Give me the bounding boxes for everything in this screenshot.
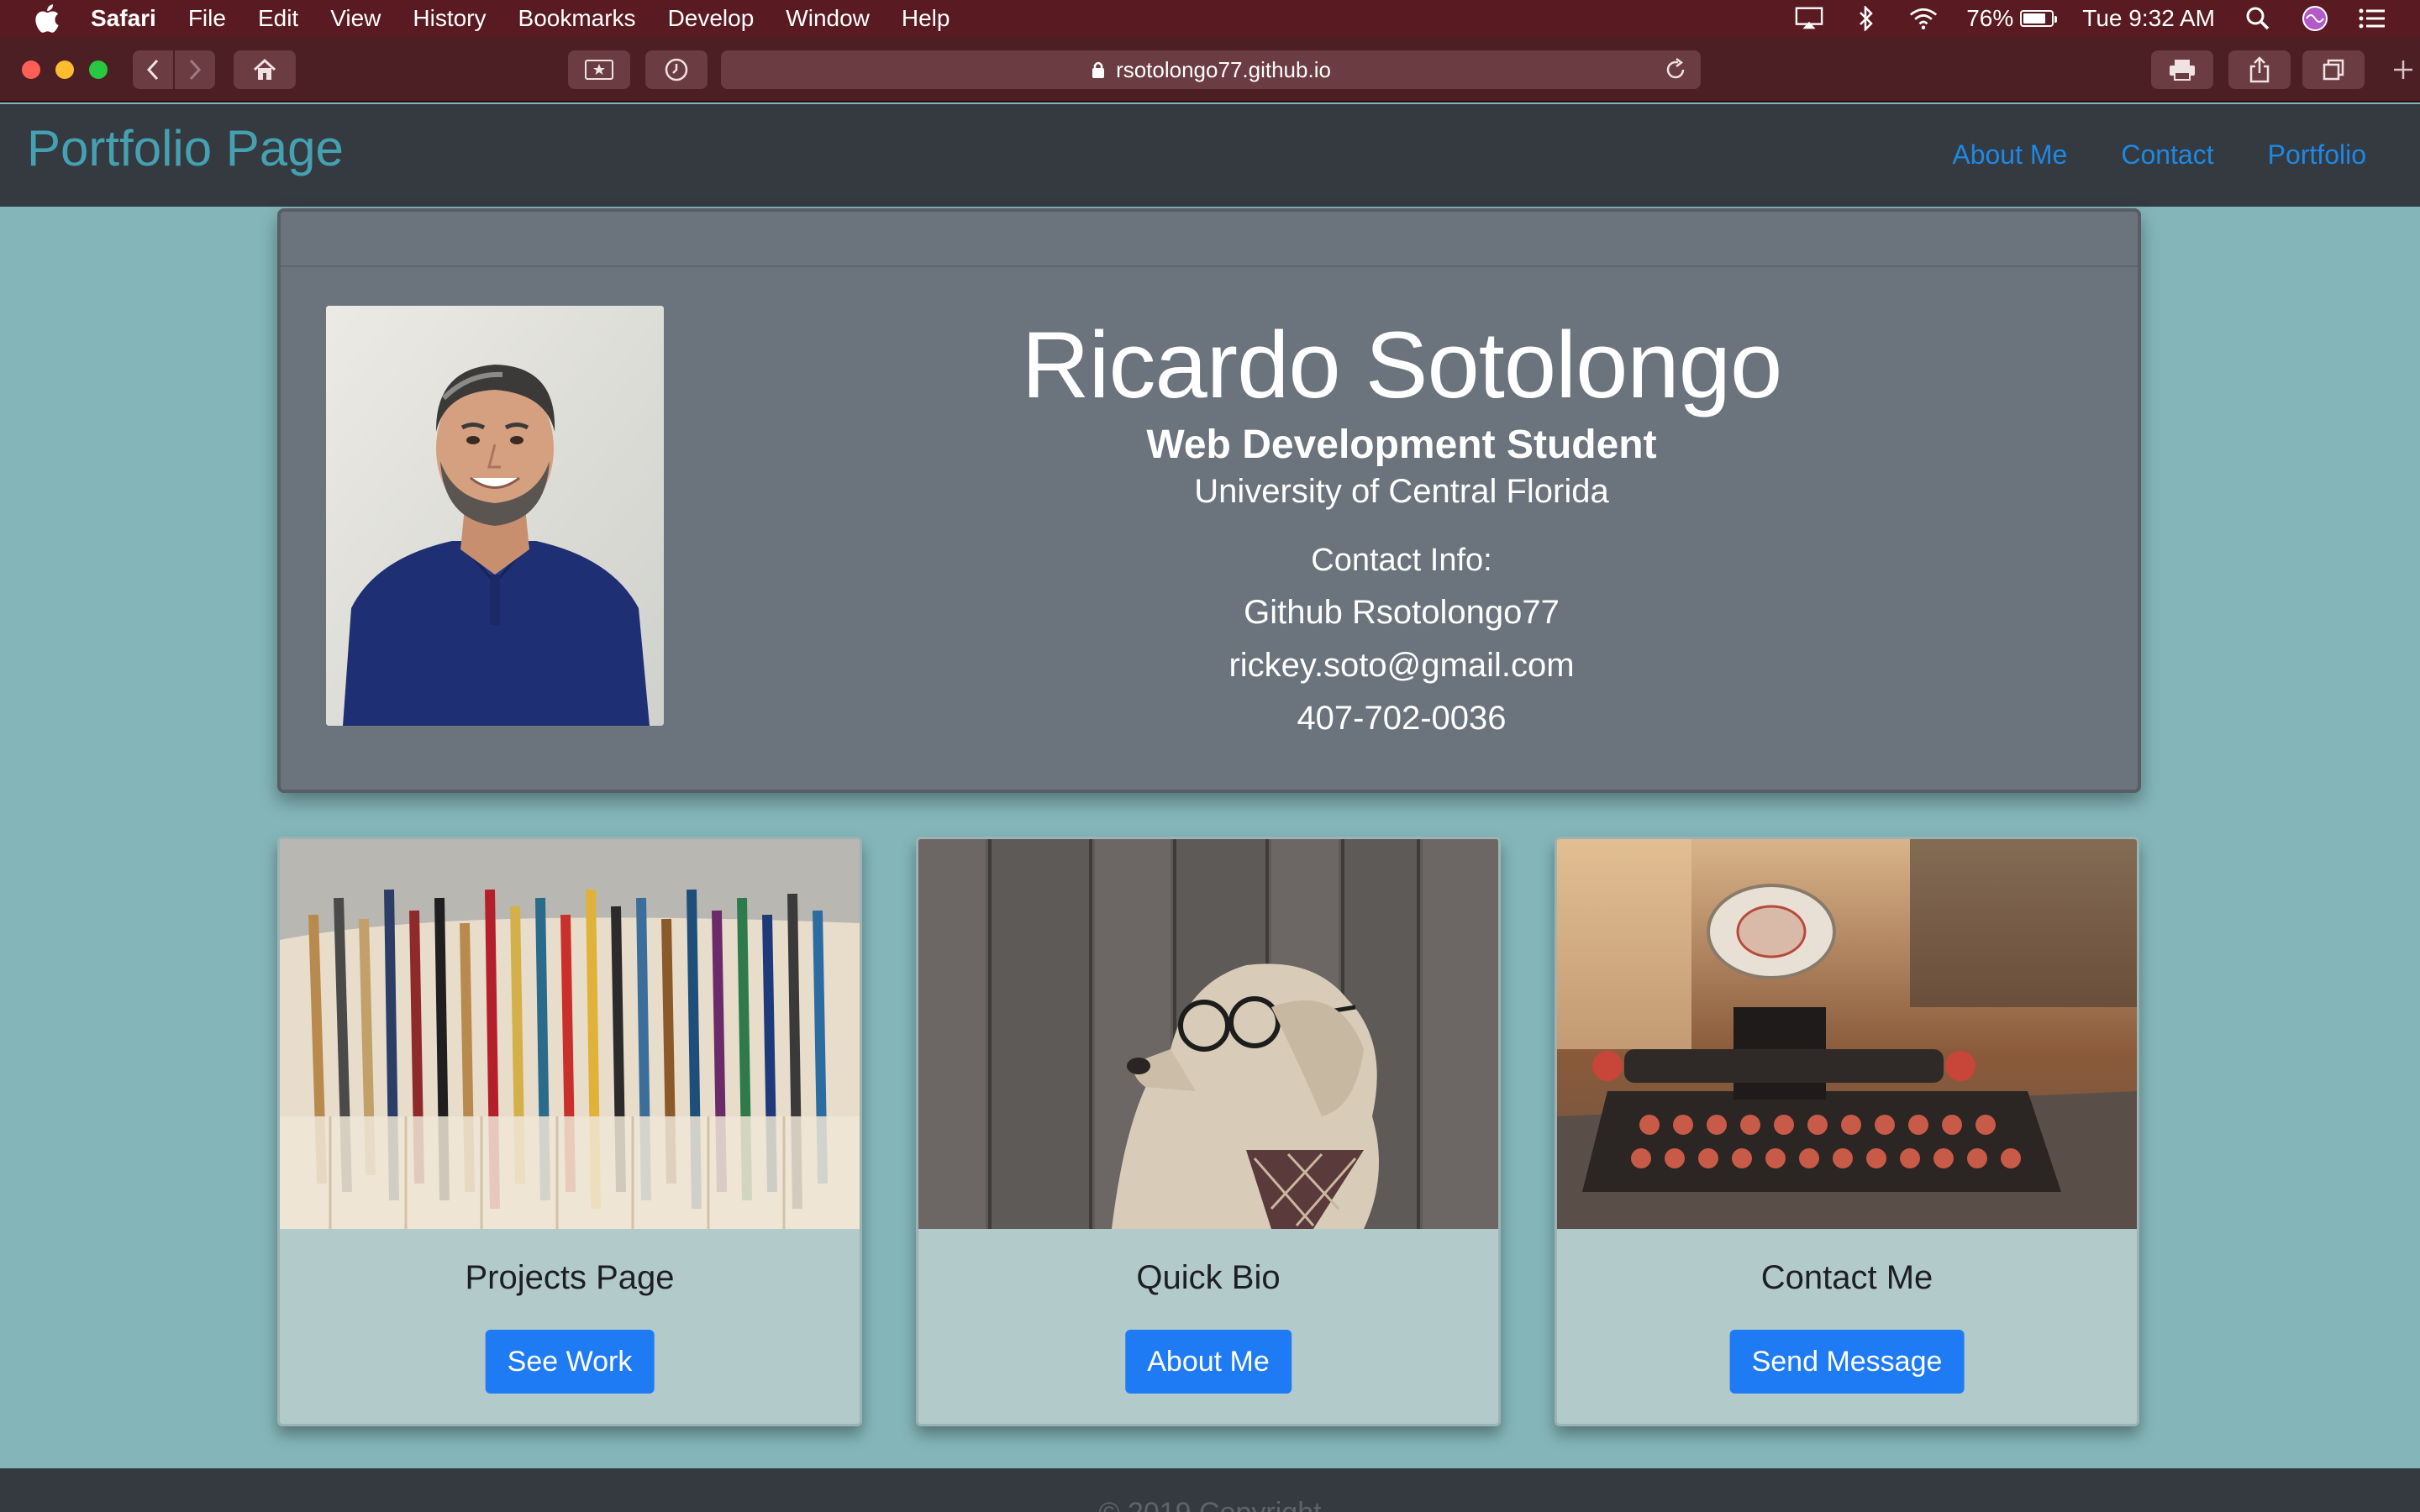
profile-photo (326, 306, 664, 726)
bookmark-star-icon (585, 60, 613, 80)
footer-copyright: © 2019 Copyright (1098, 1497, 1321, 1512)
navbar-brand[interactable]: Portfolio Page (27, 119, 344, 177)
window-zoom-button[interactable] (89, 60, 108, 79)
siri-icon[interactable] (2301, 6, 2329, 31)
profile-role: Web Development Student (1146, 423, 1657, 468)
site-navbar: Portfolio Page About Me Contact Portfoli… (0, 104, 2420, 207)
new-tab-button[interactable] (2386, 50, 2420, 89)
back-button[interactable] (133, 50, 173, 89)
contact-github: Github Rsotolongo77 (1244, 594, 1560, 632)
battery-percent: 76% (1966, 5, 2014, 31)
home-button[interactable] (234, 50, 296, 89)
printer-icon (2170, 60, 2195, 81)
send-message-button[interactable]: Send Message (1729, 1330, 1965, 1394)
contact-email: rickey.soto@gmail.com (1228, 647, 1575, 685)
clock-icon (665, 58, 688, 81)
apple-menu-icon[interactable] (34, 3, 60, 34)
chevron-left-icon (146, 59, 159, 81)
menu-history[interactable]: History (413, 5, 486, 32)
plus-icon (2394, 60, 2412, 79)
card-image-toy-typewriter (1557, 839, 2137, 1229)
menu-edit[interactable]: Edit (258, 5, 298, 32)
menu-bar-clock[interactable]: Tue 9:32 AM (2082, 5, 2215, 32)
menu-help[interactable]: Help (902, 5, 950, 32)
card-contact: Contact Me Send Message (1555, 837, 2139, 1426)
history-button[interactable] (645, 50, 708, 89)
card-title-bio: Quick Bio (1136, 1259, 1281, 1296)
share-icon (2249, 56, 2270, 83)
bluetooth-icon[interactable] (1852, 6, 1881, 31)
profile-info: Ricardo Sotolongo Web Development Studen… (666, 309, 2138, 738)
reload-icon[interactable] (1664, 57, 1687, 82)
card-projects: Projects Page See Work (277, 837, 862, 1426)
bookmarks-button[interactable] (568, 50, 630, 89)
notification-center-icon[interactable] (2358, 6, 2386, 31)
battery-icon (2020, 10, 2058, 27)
card-title-projects: Projects Page (465, 1259, 675, 1296)
nav-link-about-me[interactable]: About Me (1952, 139, 2067, 171)
window-close-button[interactable] (22, 60, 40, 79)
forward-button[interactable] (175, 50, 215, 89)
menu-bookmarks[interactable]: Bookmarks (518, 5, 636, 32)
contact-info-label: Contact Info: (1311, 543, 1492, 579)
tabs-icon (2323, 59, 2344, 81)
nav-link-portfolio[interactable]: Portfolio (2268, 139, 2366, 171)
menu-window[interactable]: Window (786, 5, 870, 32)
see-work-button[interactable]: See Work (485, 1330, 655, 1394)
home-icon (253, 58, 276, 80)
about-me-button[interactable]: About Me (1125, 1330, 1292, 1394)
url-text: rsotolongo77.github.io (1116, 56, 1331, 82)
menu-develop[interactable]: Develop (668, 5, 755, 32)
jumbotron-header (281, 212, 2138, 267)
address-bar[interactable]: rsotolongo77.github.io (721, 50, 1701, 89)
spotlight-search-icon[interactable] (2244, 6, 2272, 31)
card-image-paintbrushes (280, 839, 860, 1229)
profile-jumbotron: Ricardo Sotolongo Web Development Studen… (277, 208, 2141, 793)
card-title-contact: Contact Me (1760, 1259, 1933, 1296)
menu-app-safari[interactable]: Safari (91, 5, 156, 32)
wifi-icon[interactable] (1909, 6, 1938, 31)
contact-phone: 407-702-0036 (1297, 700, 1507, 738)
card-bio: Quick Bio About Me (916, 837, 1501, 1426)
lock-icon (1092, 61, 1105, 78)
profile-school: University of Central Florida (1194, 473, 1609, 511)
menu-file[interactable]: File (188, 5, 226, 32)
print-button[interactable] (2151, 50, 2213, 89)
profile-name: Ricardo Sotolongo (1021, 312, 1782, 417)
show-tabs-button[interactable] (2302, 50, 2365, 89)
share-button[interactable] (2228, 50, 2291, 89)
nav-link-contact[interactable]: Contact (2121, 139, 2213, 171)
chevron-right-icon (189, 59, 202, 81)
macos-menu-bar: Safari File Edit View History Bookmarks … (0, 0, 2420, 37)
navbar-links: About Me Contact Portfolio (1952, 139, 2366, 171)
card-image-dog-with-glasses (918, 839, 1498, 1229)
window-minimize-button[interactable] (55, 60, 74, 79)
battery-status[interactable]: 76% (1966, 5, 2058, 32)
menu-view[interactable]: View (330, 5, 381, 32)
menu-bar-status-area: 76% Tue 9:32 AM (1795, 0, 2386, 37)
site-footer: © 2019 Copyright (0, 1468, 2420, 1512)
browser-toolbar: rsotolongo77.github.io (0, 37, 2420, 102)
airplay-icon[interactable] (1795, 6, 1823, 31)
